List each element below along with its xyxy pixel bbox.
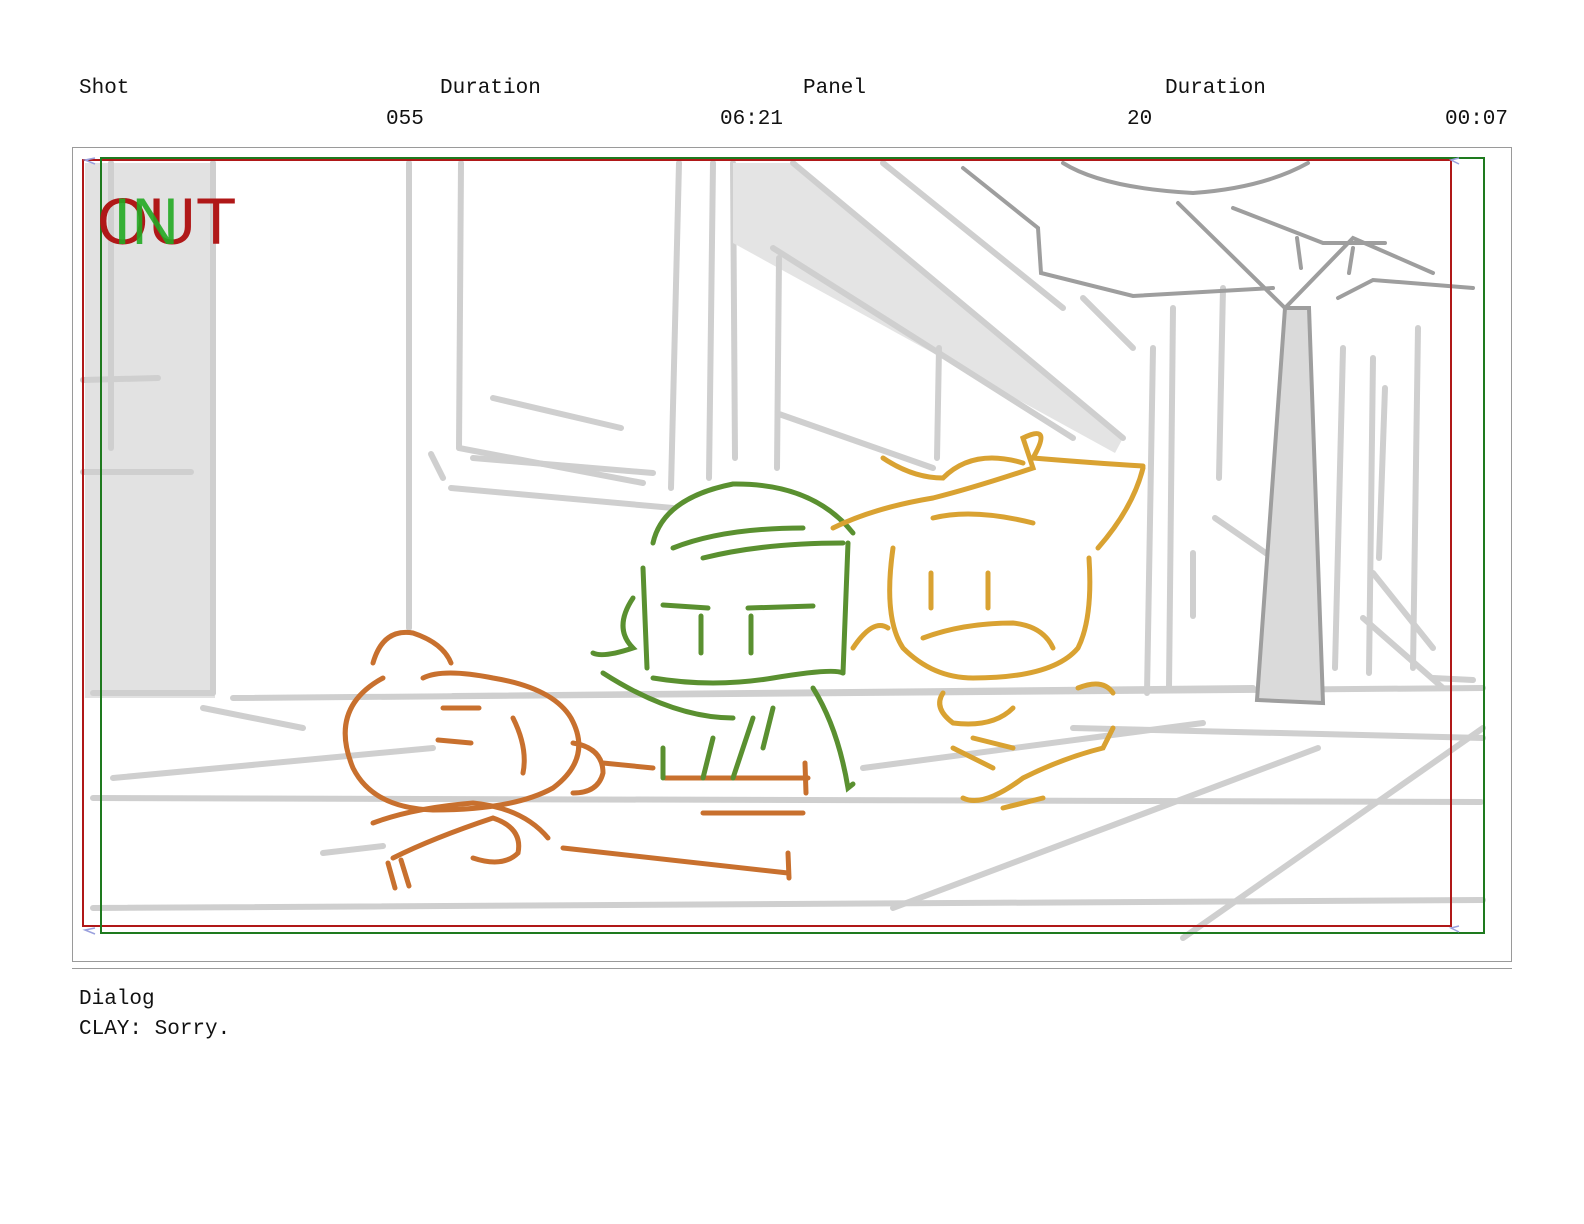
tree-trunk <box>1254 306 1326 706</box>
shot-duration-value: 06:21 <box>720 108 784 131</box>
shot-label: Shot <box>79 77 130 100</box>
panel-duration-value: 00:07 <box>1445 108 1509 131</box>
dialog-label: Dialog <box>79 988 155 1011</box>
panel-number: 20 <box>1127 108 1153 131</box>
storyboard-sketch: OUT IN <box>80 157 1486 941</box>
storyboard-panel: OUT IN <box>72 147 1512 962</box>
panel-divider <box>72 968 1512 969</box>
character-green <box>590 481 856 793</box>
shot-duration-label: Duration <box>440 77 541 100</box>
panel-duration-label: Duration <box>1165 77 1266 100</box>
panel-label: Panel <box>803 77 867 100</box>
dialog-line: CLAY: Sorry. <box>79 1018 231 1041</box>
in-marker: IN <box>113 184 179 258</box>
shot-number: 055 <box>386 108 424 131</box>
